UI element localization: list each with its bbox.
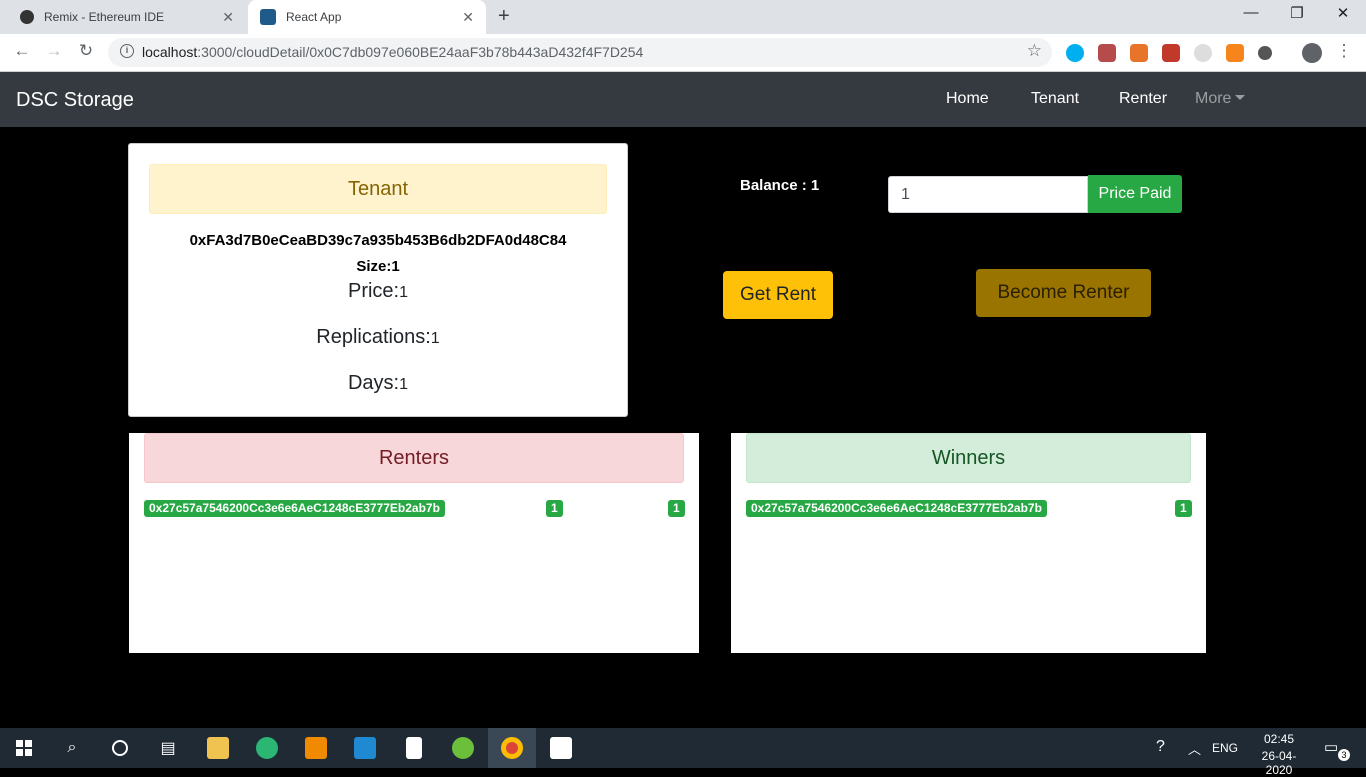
extension-icon[interactable] xyxy=(1162,44,1180,62)
renter-value-badge: 1 xyxy=(546,500,563,517)
new-tab-button[interactable]: + xyxy=(498,5,510,28)
info-icon[interactable]: i xyxy=(120,44,134,58)
caret-down-icon xyxy=(1235,95,1246,100)
balance-text: Balance : 1 xyxy=(740,177,820,194)
app-icon[interactable] xyxy=(243,728,291,768)
clock-time[interactable]: 02:45 xyxy=(1249,732,1309,746)
react-icon xyxy=(260,9,276,25)
vscode-icon[interactable] xyxy=(341,728,389,768)
address-bar[interactable]: i localhost:3000/cloudDetail/0x0C7db097e… xyxy=(108,38,1052,67)
tenant-price: Price:1 xyxy=(347,280,409,302)
photos-icon[interactable] xyxy=(537,728,585,768)
renters-header: Renters xyxy=(144,433,684,483)
get-rent-button[interactable]: Get Rent xyxy=(723,271,833,319)
chevron-up-icon[interactable]: ︿ xyxy=(1188,739,1201,758)
task-view-icon[interactable]: ▤ xyxy=(144,728,192,768)
price-input[interactable] xyxy=(888,176,1088,213)
extension-icon[interactable] xyxy=(1258,46,1272,60)
nav-renter[interactable]: Renter xyxy=(1119,90,1167,108)
price-paid-button[interactable]: Price Paid xyxy=(1088,175,1182,213)
close-window-button[interactable]: ✕ xyxy=(1320,4,1366,22)
metamask-icon[interactable] xyxy=(1226,44,1244,62)
language-indicator[interactable]: ENG xyxy=(1212,741,1238,755)
tenant-card: Tenant 0xFA3d7B0eCeaBD39c7a935b453B6db2D… xyxy=(128,143,628,417)
become-renter-button[interactable]: Become Renter xyxy=(976,269,1151,317)
minimize-button[interactable]: — xyxy=(1228,4,1274,21)
renter-address-badge: 0x27c57a7546200Cc3e6e6AeC1248cE3777Eb2ab… xyxy=(144,500,445,517)
forward-icon[interactable]: → xyxy=(42,41,66,61)
tenant-days: Days:1 xyxy=(347,372,409,394)
bookmark-star-icon[interactable]: ☆ xyxy=(1027,41,1042,61)
clock-date[interactable]: 26-04-2020 xyxy=(1249,749,1309,777)
help-icon[interactable]: ? xyxy=(1156,738,1165,756)
tab-react-app[interactable]: React App ✕ xyxy=(248,0,486,34)
nav-home[interactable]: Home xyxy=(946,90,989,108)
nav-tenant[interactable]: Tenant xyxy=(1031,90,1079,108)
tenant-size: Size:1 xyxy=(356,258,400,275)
vlc-icon[interactable] xyxy=(292,728,340,768)
chrome-icon[interactable] xyxy=(488,728,536,768)
renter-value-badge: 1 xyxy=(668,500,685,517)
close-tab-icon[interactable]: ✕ xyxy=(222,9,234,26)
back-icon[interactable]: ← xyxy=(10,41,34,61)
maximize-button[interactable]: ❐ xyxy=(1274,4,1320,22)
notification-icon[interactable]: ▭ xyxy=(1324,738,1338,756)
notification-count: 3 xyxy=(1338,749,1350,761)
browser-toolbar: ← → ↻ i localhost:3000/cloudDetail/0x0C7… xyxy=(0,34,1366,72)
tab-remix[interactable]: Remix - Ethereum IDE ✕ xyxy=(8,0,246,34)
nav-more-dropdown[interactable]: More xyxy=(1195,90,1246,108)
winner-value-badge: 1 xyxy=(1175,500,1192,517)
skype-icon[interactable] xyxy=(1066,44,1084,62)
tenant-address: 0xFA3d7B0eCeaBD39c7a935b453B6db2DFA0d48C… xyxy=(189,232,567,249)
windows-start-icon[interactable] xyxy=(0,728,48,768)
winner-address-badge: 0x27c57a7546200Cc3e6e6AeC1248cE3777Eb2ab… xyxy=(746,500,1047,517)
search-icon[interactable]: ⌕ xyxy=(48,728,96,768)
extension-icon[interactable] xyxy=(1130,44,1148,62)
tenant-replications: Replications:1 xyxy=(316,326,440,348)
close-tab-icon[interactable]: ✕ xyxy=(462,9,474,26)
tenant-header: Tenant xyxy=(149,164,607,214)
url-text: localhost:3000/cloudDetail/0x0C7db097e06… xyxy=(142,44,644,60)
winners-header: Winners xyxy=(746,433,1191,483)
cortana-icon[interactable] xyxy=(96,728,144,768)
extension-icon[interactable] xyxy=(1194,44,1212,62)
taskbar: ⌕ ▤ ? ︿ ENG 02:45 26-04-2020 ▭ 3 xyxy=(0,728,1366,777)
reload-icon[interactable]: ↻ xyxy=(74,41,98,61)
remix-icon xyxy=(20,10,34,24)
renters-panel: Renters 0x27c57a7546200Cc3e6e6AeC1248cE3… xyxy=(129,433,699,653)
profile-avatar-icon[interactable] xyxy=(1302,43,1322,63)
brand[interactable]: DSC Storage xyxy=(16,89,134,112)
app-navbar: DSC Storage Home Tenant Renter More xyxy=(0,72,1366,127)
file-explorer-icon[interactable] xyxy=(194,728,242,768)
document-icon[interactable] xyxy=(390,728,438,768)
menu-dots-icon[interactable]: ⋮ xyxy=(1332,41,1356,61)
tab-title: Remix - Ethereum IDE xyxy=(44,10,165,24)
pdf-icon[interactable] xyxy=(1098,44,1116,62)
browser-tab-strip: Remix - Ethereum IDE ✕ React App ✕ + — ❐… xyxy=(0,0,1366,34)
tab-title: React App xyxy=(286,10,342,24)
utorrent-icon[interactable] xyxy=(439,728,487,768)
winners-panel: Winners 0x27c57a7546200Cc3e6e6AeC1248cE3… xyxy=(731,433,1206,653)
